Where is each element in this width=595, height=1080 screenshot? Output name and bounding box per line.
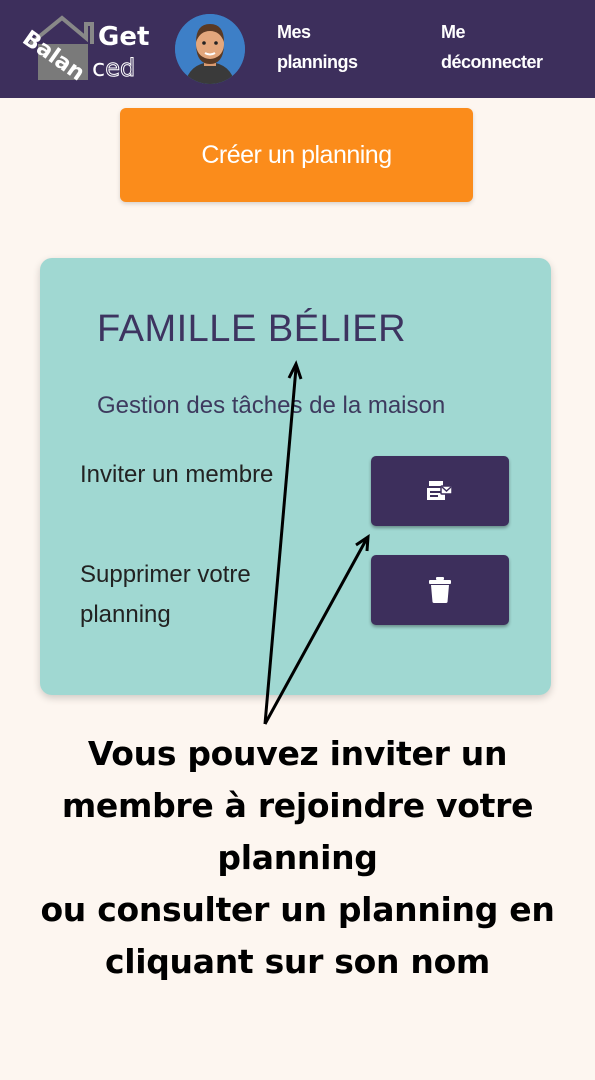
annotation-line: cliquant sur son nom [104, 942, 491, 981]
invite-member-button[interactable] [371, 456, 509, 526]
annotation-line: ou consulter un planning en [40, 890, 555, 929]
create-planning-button[interactable]: Créer un planning [120, 108, 473, 202]
user-avatar-icon [175, 14, 245, 84]
annotation-line: planning [217, 838, 378, 877]
avatar[interactable] [175, 14, 245, 84]
delete-planning-label: Supprimer votre planning [80, 561, 251, 628]
get-balanced-logo[interactable]: Balan Get ced [18, 14, 158, 86]
invite-member-label: Inviter un membre [80, 461, 274, 488]
annotation-caption: Vous pouvez inviter un membre à rejoindr… [10, 728, 585, 988]
trash-icon [429, 577, 451, 603]
invite-user-icon [427, 481, 453, 500]
planning-description: Gestion des tâches de la maison [97, 392, 446, 419]
logo-text-ced: ced [92, 54, 136, 83]
annotation-line: Vous pouvez inviter un [87, 734, 508, 773]
logo-text-get: Get [98, 22, 150, 52]
planning-card: FAMILLE BÉLIER Gestion des tâches de la … [40, 258, 551, 695]
nav-my-plannings-link[interactable]: Mes plannings [277, 17, 387, 77]
delete-planning-button[interactable] [371, 555, 509, 625]
nav-logout-link[interactable]: Me déconnecter [441, 17, 571, 77]
annotation-line: membre à rejoindre votre [61, 786, 534, 825]
top-navbar: Balan Get ced Mes plannings Me déconnect… [0, 0, 595, 98]
planning-title-link[interactable]: FAMILLE BÉLIER [97, 308, 406, 351]
